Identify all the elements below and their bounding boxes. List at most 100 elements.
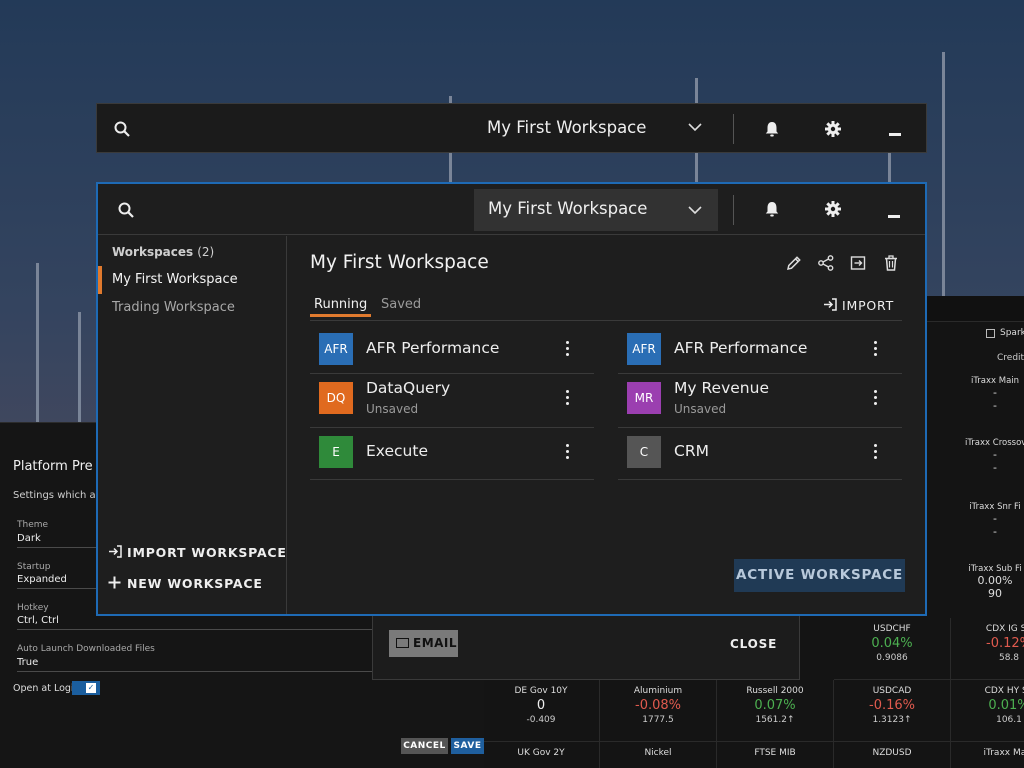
credit-index-value: - — [993, 512, 997, 525]
credit-index-value: - — [993, 448, 997, 461]
close-button[interactable]: CLOSE — [730, 637, 777, 651]
market-cell[interactable]: CDX HY S3 0.01% 106.1 — [951, 680, 1024, 742]
market-cell[interactable]: iTraxx Main — [951, 742, 1024, 768]
trash-icon[interactable] — [882, 254, 900, 272]
market-cell[interactable]: USDCHF 0.04% 0.9086 — [834, 618, 951, 680]
instrument-change: 0 — [536, 698, 546, 713]
cancel-button[interactable]: CANCEL — [401, 738, 448, 754]
workspace-dropdown-value: My First Workspace — [488, 199, 648, 218]
instrument-name: CDX HY S3 — [984, 686, 1024, 696]
instrument-name: DE Gov 10Y — [514, 686, 568, 696]
import-button[interactable]: IMPORT — [823, 298, 894, 313]
instrument-name: NZDUSD — [872, 748, 912, 758]
sidebar-item-my-first-workspace[interactable]: My First Workspace — [98, 266, 287, 294]
app-item[interactable]: AFR AFR Performance — [310, 328, 594, 374]
active-workspace-button[interactable]: ACTIVE WORKSPACE — [734, 559, 905, 592]
instrument-change: 0.01% — [988, 698, 1024, 713]
workspaces-count: (2) — [197, 245, 215, 259]
tab-saved[interactable]: Saved — [381, 297, 421, 312]
market-cell[interactable]: DE Gov 10Y 0 -0.409 — [483, 680, 600, 742]
bell-icon[interactable] — [763, 120, 781, 138]
new-workspace-label: NEW WORKSPACE — [127, 576, 263, 591]
more-options-icon[interactable] — [566, 444, 570, 460]
instrument-name: CDX IG S3 — [985, 624, 1024, 634]
app-item[interactable]: C CRM — [618, 428, 902, 480]
more-options-icon[interactable] — [874, 341, 878, 357]
new-workspace-button[interactable]: NEW WORKSPACE — [108, 576, 263, 591]
workspace-name[interactable]: My First Workspace — [487, 118, 646, 137]
save-button[interactable]: SAVE — [451, 738, 484, 754]
market-cell[interactable]: UK Gov 2Y — [483, 742, 600, 768]
email-button[interactable]: EMAIL — [389, 630, 458, 657]
workspace-dropdown[interactable]: My First Workspace — [474, 189, 718, 231]
credit-index-cell[interactable]: iTraxx Main - - — [965, 376, 1024, 412]
app-icon: C — [627, 436, 661, 468]
credit-index-value: - — [993, 461, 997, 474]
hotkey-field[interactable]: Ctrl, Ctrl — [17, 615, 377, 630]
workspace-sidebar: Workspaces (2) My First Workspace Trading… — [98, 236, 287, 614]
search-icon[interactable] — [118, 202, 134, 218]
market-cell[interactable]: Russell 2000 0.07% 1561.2↑ — [717, 680, 834, 742]
credit-index-value: 90 — [988, 587, 1002, 600]
chevron-down-icon[interactable] — [688, 120, 702, 134]
app-item[interactable]: E Execute — [310, 428, 594, 480]
instrument-change: -0.16% — [869, 698, 915, 713]
sparklines-checkbox[interactable] — [986, 329, 995, 338]
market-cell[interactable]: CDX IG S3 -0.12% 58.8 — [951, 618, 1024, 680]
search-icon[interactable] — [114, 121, 130, 137]
app-status: Unsaved — [674, 402, 727, 416]
auto-launch-field[interactable]: True — [17, 657, 377, 672]
credit-index-value: - — [993, 525, 997, 538]
app-icon: AFR — [319, 333, 353, 365]
credit-index-name: iTraxx Crossov — [965, 438, 1024, 448]
more-options-icon[interactable] — [874, 390, 878, 406]
instrument-name: iTraxx Main — [983, 748, 1024, 758]
credit-index-cell[interactable]: iTraxx Crossov - - — [965, 438, 1024, 474]
main-toolbar: My First Workspace — [98, 184, 925, 235]
edit-icon[interactable] — [785, 254, 803, 272]
market-cell[interactable]: Nickel — [600, 742, 717, 768]
credit-index-cell[interactable]: iTraxx Sub Fi 0.00% 90 — [965, 564, 1024, 600]
sparklines-label: Sparkl — [1000, 328, 1024, 338]
market-cell[interactable]: FTSE MIB — [717, 742, 834, 768]
workspace-manager-window: My First Workspace Workspaces (2) My Firs… — [96, 182, 927, 616]
import-workspace-button[interactable]: IMPORT WORKSPACE — [108, 545, 287, 560]
app-status: Unsaved — [366, 402, 419, 416]
app-name: CRM — [674, 442, 709, 460]
bell-icon[interactable] — [763, 200, 781, 218]
share-icon[interactable] — [817, 254, 835, 272]
app-item[interactable]: AFR AFR Performance — [618, 328, 902, 374]
more-options-icon[interactable] — [874, 444, 878, 460]
email-dialog: EMAIL CLOSE — [372, 614, 800, 680]
sidebar-item-trading-workspace[interactable]: Trading Workspace — [98, 294, 287, 322]
chevron-down-icon — [688, 206, 702, 215]
export-icon[interactable] — [849, 254, 867, 272]
credit-index-value: - — [993, 386, 997, 399]
app-icon: AFR — [627, 333, 661, 365]
instrument-name: FTSE MIB — [754, 748, 796, 758]
market-cell[interactable]: Aluminium -0.08% 1777.5 — [600, 680, 717, 742]
import-workspace-label: IMPORT WORKSPACE — [127, 545, 287, 560]
instrument-change: -0.12% — [986, 636, 1024, 651]
more-options-icon[interactable] — [566, 341, 570, 357]
minimize-icon[interactable] — [888, 215, 900, 218]
app-item[interactable]: MR My Revenue Unsaved — [618, 374, 902, 428]
minimize-icon[interactable] — [889, 133, 901, 136]
open-at-login-toggle[interactable]: ✓ — [72, 681, 100, 695]
open-at-login-label: Open at Login — [13, 683, 80, 694]
gear-icon[interactable] — [824, 200, 842, 218]
gear-icon[interactable] — [824, 120, 842, 138]
market-cell[interactable]: USDCAD -0.16% 1.3123↑ — [834, 680, 951, 742]
market-cell[interactable]: NZDUSD — [834, 742, 951, 768]
import-icon — [109, 545, 122, 558]
app-name: DataQuery — [366, 379, 451, 397]
instrument-change: -0.08% — [635, 698, 681, 713]
more-options-icon[interactable] — [566, 390, 570, 406]
app-icon: MR — [627, 382, 661, 414]
credit-index-cell[interactable]: iTraxx Snr Fi - - — [965, 502, 1024, 538]
plus-icon — [108, 576, 121, 589]
credit-column-label: Credit — [997, 353, 1024, 363]
credit-index-name: iTraxx Sub Fi — [968, 564, 1022, 574]
tab-running[interactable]: Running — [310, 297, 372, 317]
app-item[interactable]: DQ DataQuery Unsaved — [310, 374, 594, 428]
